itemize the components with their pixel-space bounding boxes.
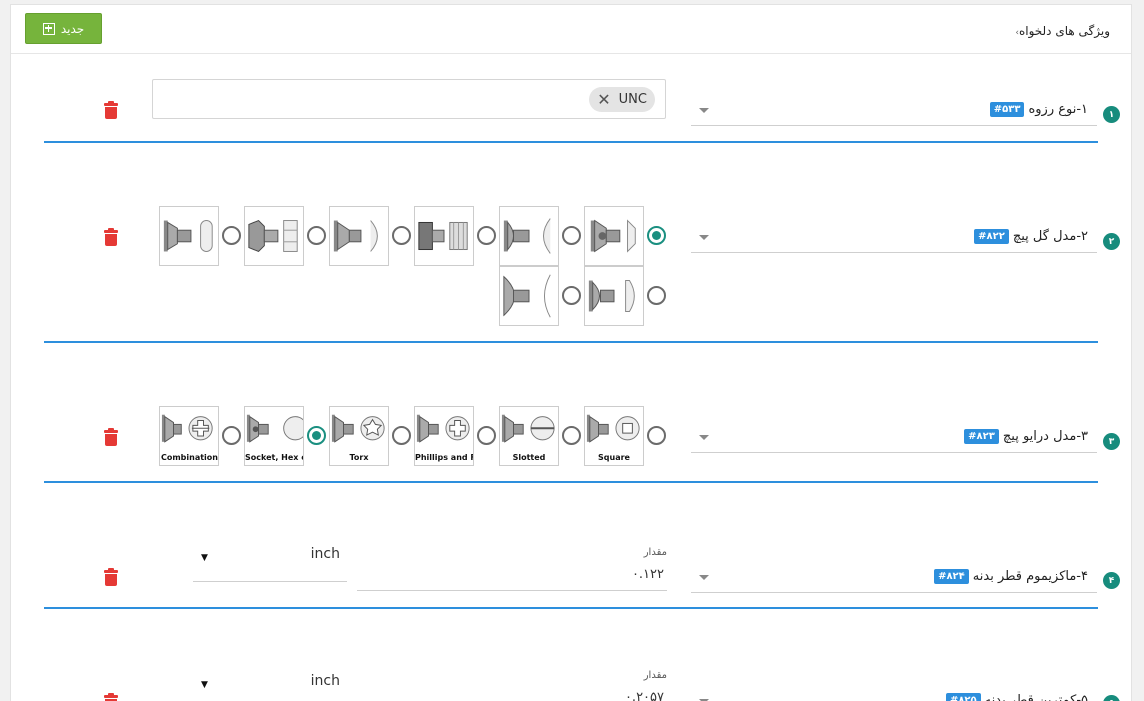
attribute-code-tag: #۵۳۳: [989, 102, 1025, 117]
delete-trash-icon[interactable]: [104, 101, 118, 119]
head-option-radio[interactable]: [222, 226, 241, 245]
row-number-badge: ۴: [1103, 572, 1120, 589]
caret-down-icon: [699, 108, 709, 113]
tag-chip: ✕ UNC: [589, 87, 655, 112]
new-button-label: جدید: [60, 21, 85, 36]
attribute-label: ۳-مدل درایو پیچ: [1002, 429, 1088, 444]
quantity-label: مقدار: [643, 547, 667, 558]
delete-trash-icon[interactable]: [104, 693, 118, 701]
drive-option-radio[interactable]: [307, 426, 326, 445]
attribute-code-tag: #۸۲۵: [945, 693, 981, 701]
panel-title: ویژگی های دلخواه›: [1015, 24, 1110, 38]
delete-trash-icon[interactable]: [104, 568, 118, 586]
quantity-value: ۰.۲۰۵۷: [624, 690, 664, 701]
unit-select[interactable]: inch ▼: [193, 542, 347, 582]
row-divider: [44, 141, 1098, 143]
screw-head-image: [244, 206, 304, 266]
close-icon[interactable]: ✕: [597, 91, 610, 108]
attribute-select[interactable]: ۱-نوع رزوه #۵۳۳: [691, 86, 1097, 126]
screw-head-image: [499, 266, 559, 326]
quantity-label: مقدار: [643, 670, 667, 681]
caret-down-icon: [699, 435, 709, 440]
row-divider: [44, 341, 1098, 343]
drive-combination-image: Combination: [159, 406, 219, 466]
tag-chip-label: UNC: [618, 92, 647, 107]
panel-header: جدید ویژگی های دلخواه›: [11, 5, 1131, 54]
head-option-radio[interactable]: [307, 226, 326, 245]
caret-down-icon: [699, 575, 709, 580]
caret-down-icon: ▼: [201, 680, 208, 690]
attribute-select[interactable]: ۵-کمترین قطر بدنه #۸۲۵: [691, 677, 1097, 701]
caret-down-icon: ▼: [201, 553, 208, 563]
drive-option-radio[interactable]: [562, 426, 581, 445]
screw-head-image: [159, 206, 219, 266]
new-button[interactable]: جدید: [25, 13, 102, 44]
quantity-field[interactable]: مقدار ۰.۱۲۲: [357, 547, 667, 591]
caret-down-icon: [699, 235, 709, 240]
drive-option-radio[interactable]: [392, 426, 411, 445]
drive-square-image: Square: [584, 406, 644, 466]
row-number-badge: ۵: [1103, 695, 1120, 701]
screw-head-image: [329, 206, 389, 266]
unit-value: inch: [310, 673, 340, 689]
quantity-field[interactable]: مقدار ۰.۲۰۵۷: [357, 670, 667, 701]
drive-slotted-image: Slotted: [499, 406, 559, 466]
attribute-code-tag: #۸۲۴: [934, 569, 969, 584]
attribute-label: ۵-کمترین قطر بدنه: [984, 693, 1088, 701]
attribute-select[interactable]: ۳-مدل درایو پیچ #۸۲۳: [691, 413, 1097, 453]
plus-square-icon: [42, 22, 55, 35]
tag-input[interactable]: ✕ UNC: [152, 79, 666, 119]
attribute-select[interactable]: ۴-ماکزیموم قطر بدنه #۸۲۴: [691, 553, 1097, 593]
attribute-select[interactable]: ۲-مدل گل پیچ #۸۲۲: [691, 213, 1097, 253]
drive-option-radio[interactable]: [222, 426, 241, 445]
attribute-code-tag: #۸۲۳: [964, 429, 999, 444]
drive-socket-hex-image: Socket, Hex or Allen: [244, 406, 304, 466]
head-option-radio[interactable]: [562, 226, 581, 245]
custom-attributes-panel: جدید ویژگی های دلخواه› ۱ ۱-نوع رزوه #۵۳۳…: [10, 4, 1132, 701]
screw-head-image: [584, 266, 644, 326]
delete-trash-icon[interactable]: [104, 428, 118, 446]
head-option-radio[interactable]: [562, 286, 581, 305]
row-number-badge: ۱: [1103, 106, 1120, 123]
head-option-radio[interactable]: [647, 226, 666, 245]
screw-head-image: [584, 206, 644, 266]
unit-value: inch: [310, 546, 340, 562]
quantity-value: ۰.۱۲۲: [631, 567, 664, 582]
head-option-radio[interactable]: [647, 286, 666, 305]
head-option-radio[interactable]: [477, 226, 496, 245]
screw-head-image: [499, 206, 559, 266]
drive-option-radio[interactable]: [647, 426, 666, 445]
attribute-code-tag: #۸۲۲: [974, 229, 1009, 244]
screw-head-image: [414, 206, 474, 266]
attribute-label: ۲-مدل گل پیچ: [1012, 229, 1088, 244]
drive-phillips-image: Phillips and Frearson: [414, 406, 474, 466]
attribute-label: ۱-نوع رزوه: [1028, 102, 1088, 117]
unit-select[interactable]: inch ▼: [193, 669, 347, 701]
row-number-badge: ۲: [1103, 233, 1120, 250]
drive-torx-image: Torx: [329, 406, 389, 466]
drive-option-radio[interactable]: [477, 426, 496, 445]
attribute-label: ۴-ماکزیموم قطر بدنه: [972, 569, 1088, 584]
row-divider: [44, 481, 1098, 483]
row-number-badge: ۳: [1103, 433, 1120, 450]
head-option-radio[interactable]: [392, 226, 411, 245]
row-divider: [44, 607, 1098, 609]
delete-trash-icon[interactable]: [104, 228, 118, 246]
